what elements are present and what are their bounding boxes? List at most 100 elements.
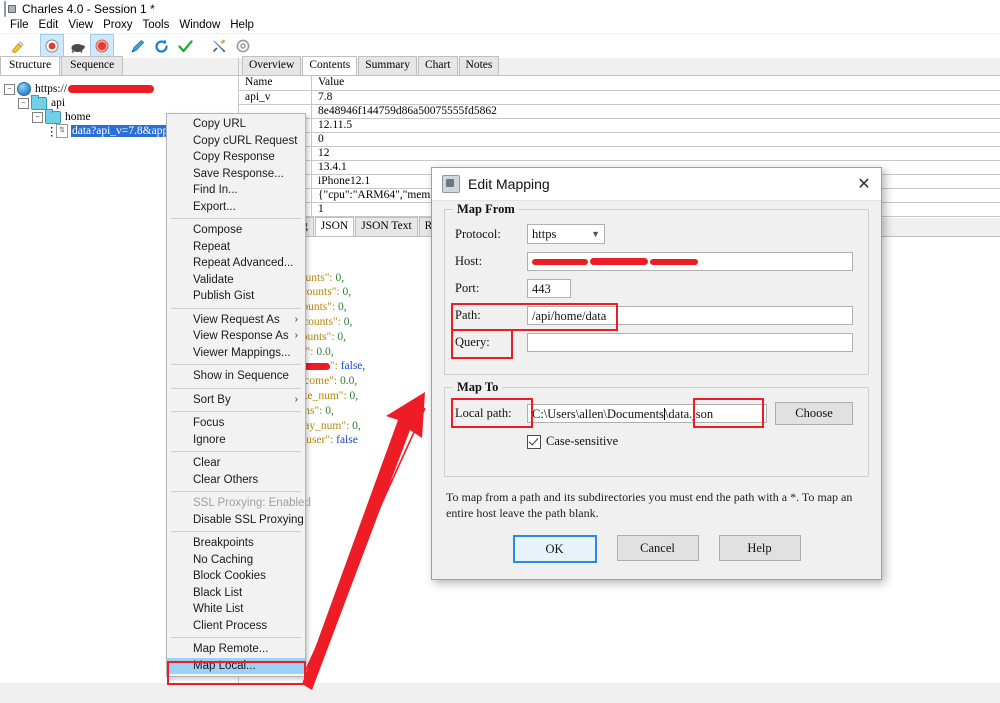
table-row[interactable]: 12 (239, 147, 1000, 161)
protocol-select[interactable]: https ▼ (527, 224, 605, 244)
compose-icon[interactable] (126, 35, 148, 57)
json-value: 0, (342, 286, 352, 299)
cell-value: 12.11.5 (318, 119, 353, 131)
menu-item-sort-by[interactable]: Sort By › (167, 392, 305, 409)
column-header-value[interactable]: Value (312, 76, 1000, 90)
tab-json[interactable]: JSON (314, 217, 355, 236)
tab-structure[interactable]: Structure (0, 56, 61, 75)
expand-toggle-icon[interactable]: − (18, 97, 29, 109)
local-path-input[interactable]: C:\Users\allen\Documents\data.json (527, 404, 767, 423)
choose-button[interactable]: Choose (775, 402, 853, 425)
menu-item-viewer-mappings[interactable]: Viewer Mappings... (167, 345, 305, 362)
case-sensitive-checkbox[interactable] (527, 434, 541, 449)
tree-node-host[interactable]: − https:// (4, 82, 238, 96)
menu-tools[interactable]: Tools (137, 19, 174, 31)
menu-item-ignore[interactable]: Ignore (167, 432, 305, 449)
menu-item-label: Disable SSL Proxying (193, 513, 304, 526)
path-input[interactable]: /api/home/data (527, 306, 853, 325)
menu-item-copy-curl-request[interactable]: Copy cURL Request (167, 133, 305, 150)
table-row[interactable]: 0 (239, 133, 1000, 147)
menu-help[interactable]: Help (225, 19, 259, 31)
protocol-label: Protocol: (455, 226, 501, 241)
json-value: 0, (349, 389, 359, 402)
menu-item-save-response[interactable]: Save Response... (167, 166, 305, 183)
menu-item-map-remote[interactable]: Map Remote... (167, 641, 305, 658)
menu-item-compose[interactable]: Compose (167, 222, 305, 239)
menu-item-label: Publish Gist (193, 290, 255, 302)
tree-api-label: api (51, 97, 66, 109)
menu-item-label: Repeat (193, 240, 231, 253)
menu-item-focus[interactable]: Focus (167, 415, 305, 432)
expand-toggle-icon[interactable]: − (4, 83, 15, 95)
menu-item-repeat-advanced[interactable]: Repeat Advanced... (167, 255, 305, 272)
tree-request-label[interactable]: data?api_v=7.8&app_k (71, 125, 181, 137)
menu-item-repeat[interactable]: Repeat (167, 239, 305, 256)
host-row: Host: (455, 252, 858, 271)
breakpoints-icon[interactable] (90, 34, 114, 58)
table-row[interactable]: api_v 7.8 (239, 91, 1000, 105)
menu-item-label: Export... (193, 200, 236, 213)
menu-edit[interactable]: Edit (34, 19, 64, 31)
settings-icon[interactable] (232, 35, 254, 57)
menu-item-no-caching[interactable]: No Caching (167, 552, 305, 569)
json-value: false (336, 434, 358, 447)
tab-overview[interactable]: Overview (242, 56, 302, 75)
menu-item-copy-response[interactable]: Copy Response (167, 149, 305, 166)
start-recording-icon[interactable] (40, 34, 64, 58)
json-value: 0.0, (316, 345, 334, 358)
menu-item-client-process[interactable]: Client Process (167, 618, 305, 635)
menu-item-clear-others[interactable]: Clear Others (167, 472, 305, 489)
query-input[interactable] (527, 333, 853, 352)
menu-item-disable-ssl-proxying[interactable]: Disable SSL Proxying (167, 512, 305, 529)
menu-item-find-in[interactable]: Find In... (167, 182, 305, 199)
close-icon[interactable]: ✕ (847, 169, 881, 200)
menu-item-clear[interactable]: Clear (167, 455, 305, 472)
repeat-icon[interactable] (150, 35, 172, 57)
host-label: Host: (455, 254, 483, 268)
tab-json-text[interactable]: JSON Text (355, 217, 418, 236)
table-row[interactable]: 8e48946f144759d86a50075555fd5862 (239, 105, 1000, 119)
table-row[interactable]: 12.11.5 (239, 119, 1000, 133)
menu-item-copy-url[interactable]: Copy URL (167, 116, 305, 133)
tab-sequence[interactable]: Sequence (61, 56, 124, 75)
menu-item-view-response-as[interactable]: View Response As › (167, 328, 305, 345)
menu-item-validate[interactable]: Validate (167, 272, 305, 289)
menu-item-view-request-as[interactable]: View Request As › (167, 312, 305, 329)
tab-contents[interactable]: Contents (302, 56, 358, 75)
dialog-titlebar: Edit Mapping ✕ (432, 168, 881, 201)
validate-icon[interactable] (174, 35, 196, 57)
clear-icon[interactable] (6, 35, 28, 57)
host-input[interactable] (527, 252, 853, 271)
menu-item-publish-gist[interactable]: Publish Gist (167, 288, 305, 305)
tab-summary[interactable]: Summary (358, 56, 417, 75)
local-path-file: \data.json (664, 407, 714, 421)
cancel-button[interactable]: Cancel (616, 535, 699, 561)
charles-app-window: Charles 4.0 - Session 1 * File Edit View… (0, 0, 1000, 703)
tab-chart[interactable]: Chart (417, 56, 458, 75)
tree-home-label: home (65, 111, 91, 123)
help-button[interactable]: Help (718, 535, 801, 561)
tree-node-api[interactable]: − api (4, 94, 238, 110)
menu-item-export[interactable]: Export... (167, 199, 305, 216)
tab-notes[interactable]: Notes (458, 56, 500, 75)
menu-file[interactable]: File (5, 19, 34, 31)
throttle-icon[interactable] (66, 35, 88, 57)
menu-item-white-list[interactable]: White List (167, 601, 305, 618)
menu-item-breakpoints[interactable]: Breakpoints (167, 535, 305, 552)
query-row: Query: (451, 329, 858, 359)
menu-separator (171, 637, 301, 638)
menu-view[interactable]: View (63, 19, 98, 31)
menu-proxy[interactable]: Proxy (98, 19, 137, 31)
menubar: File Edit View Proxy Tools Window Help (0, 17, 1000, 33)
menu-item-show-in-sequence[interactable]: Show in Sequence (167, 368, 305, 385)
menu-item-map-local[interactable]: Map Local... (167, 657, 305, 674)
menu-item-block-cookies[interactable]: Block Cookies (167, 568, 305, 585)
menu-item-black-list[interactable]: Black List (167, 585, 305, 602)
expand-toggle-icon[interactable]: − (32, 111, 43, 123)
ok-button[interactable]: OK (512, 535, 597, 563)
tools-icon[interactable] (208, 35, 230, 57)
menu-window[interactable]: Window (174, 19, 225, 31)
port-input[interactable]: 443 (527, 279, 571, 298)
menu-item-label: Save Response... (193, 167, 284, 180)
column-header-name[interactable]: Name (239, 76, 312, 90)
